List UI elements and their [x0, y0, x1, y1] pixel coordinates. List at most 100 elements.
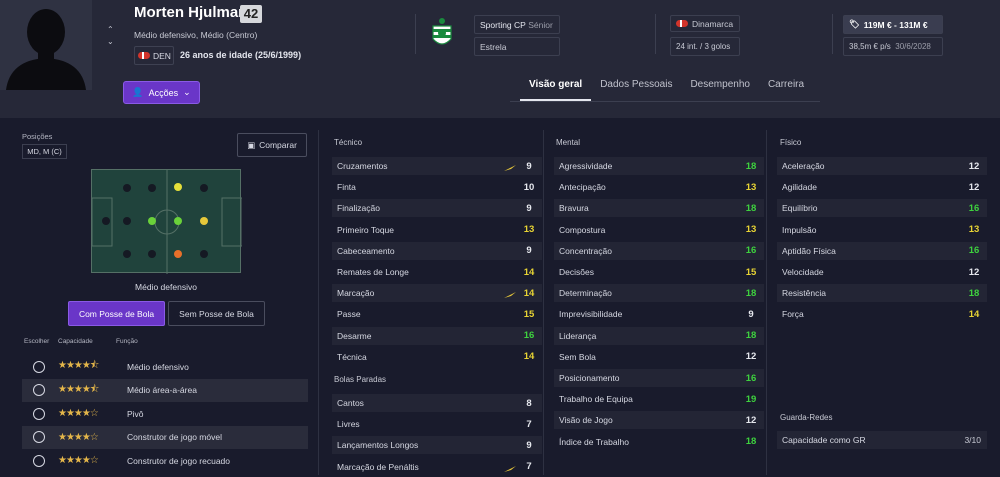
- role-radio[interactable]: [33, 407, 45, 420]
- set-piece-attr-row[interactable]: Marcação de Penáltis 7: [332, 458, 542, 477]
- technical-attr-row[interactable]: Desarme 16: [332, 326, 542, 346]
- attr-value: 18: [745, 160, 757, 172]
- role-stars: ★★★★⯪: [58, 383, 99, 395]
- physical-attr-row[interactable]: Impulsão 13: [777, 221, 987, 240]
- set-piece-attr-row[interactable]: Cantos 8: [332, 394, 542, 413]
- nationality-badge[interactable]: DEN: [134, 46, 174, 65]
- player-nav-arrows[interactable]: ⌃ ⌄: [107, 24, 114, 48]
- gk-ability-row[interactable]: Capacidade como GR 3/10: [777, 431, 987, 450]
- mental-attr-row[interactable]: Compostura 13: [554, 221, 764, 240]
- club-crest-icon[interactable]: [431, 17, 453, 49]
- role-radio[interactable]: [33, 384, 45, 396]
- technical-attr-row[interactable]: Remates de Longe 14: [332, 263, 542, 282]
- chevron-up-icon[interactable]: ⌃: [107, 24, 114, 36]
- role-radio[interactable]: [33, 360, 45, 373]
- position-dot[interactable]: [123, 217, 131, 225]
- position-dot[interactable]: [148, 250, 156, 258]
- physical-title: Físico: [780, 138, 802, 147]
- compare-icon: ▣: [247, 139, 256, 150]
- tab-career[interactable]: Carreira: [759, 79, 813, 99]
- mental-attr-row[interactable]: Visão de Jogo 12: [554, 411, 764, 431]
- attr-name: Agilidade: [782, 182, 817, 193]
- set-piece-attr-row[interactable]: Livres 7: [332, 415, 542, 435]
- position-dot-dm[interactable]: [148, 217, 156, 225]
- physical-attr-row[interactable]: Aptidão Física 16: [777, 241, 987, 261]
- nation-box[interactable]: Dinamarca: [670, 15, 740, 32]
- attr-name: Técnica: [337, 351, 367, 362]
- mental-attr-row[interactable]: Decisões 15: [554, 263, 764, 282]
- player-avatar: [0, 0, 92, 90]
- physical-attr-row[interactable]: Aceleração 12: [777, 157, 987, 176]
- mental-attr-row[interactable]: Posicionamento 16: [554, 369, 764, 388]
- tab-overview[interactable]: Visão geral: [520, 79, 592, 101]
- mental-attr-row[interactable]: Antecipação 13: [554, 178, 764, 198]
- technical-attr-row[interactable]: Finta 10: [332, 178, 542, 198]
- mental-attr-row[interactable]: Agressividade 18: [554, 157, 764, 176]
- role-row[interactable]: ★★★★⯪ Médio defensivo: [22, 355, 308, 378]
- technical-attr-row[interactable]: Primeiro Toque 13: [332, 221, 542, 240]
- position-dot-amc[interactable]: [200, 217, 208, 225]
- goalkeeping-title: Guarda-Redes: [780, 413, 833, 422]
- tab-personal-data[interactable]: Dados Pessoais: [591, 79, 681, 99]
- chevron-down-icon[interactable]: ⌄: [107, 36, 114, 48]
- mental-attr-row[interactable]: Determinação 18: [554, 284, 764, 304]
- tab-performance[interactable]: Desempenho: [681, 79, 758, 99]
- mental-attr-row[interactable]: Liderança 18: [554, 326, 764, 346]
- club-box[interactable]: Sporting CP Sénior: [474, 15, 560, 34]
- position-dot[interactable]: [200, 250, 208, 258]
- attr-value: 9: [526, 202, 532, 214]
- transfer-value[interactable]: 🏷 119M € - 131M €: [843, 15, 943, 34]
- mental-attr-row[interactable]: Concentração 16: [554, 241, 764, 261]
- attr-value: 18: [968, 287, 980, 299]
- position-pitch: [91, 169, 242, 274]
- attr-value: 14: [968, 308, 980, 320]
- attr-name: Marcação de Penáltis: [337, 461, 419, 472]
- position-dot[interactable]: [123, 184, 131, 192]
- physical-attr-row[interactable]: Equilíbrio 16: [777, 199, 987, 219]
- physical-attr-row[interactable]: Força 14: [777, 305, 987, 325]
- technical-attr-row[interactable]: Finalização 9: [332, 199, 542, 219]
- mental-attr-row[interactable]: Trabalho de Equipa 19: [554, 390, 764, 410]
- technical-attr-row[interactable]: Passe 15: [332, 305, 542, 325]
- attr-name: Índice de Trabalho: [559, 436, 629, 447]
- role-row[interactable]: ★★★★⯪ Médio área-a-área: [22, 378, 308, 402]
- attr-name: Livres: [337, 419, 360, 430]
- position-dot-mc[interactable]: [174, 217, 182, 225]
- position-dot[interactable]: [200, 184, 208, 192]
- role-row[interactable]: ★★★★☆ Construtor de jogo móvel: [22, 425, 308, 449]
- role-row[interactable]: ★★★★☆ Construtor de jogo recuado: [22, 449, 308, 472]
- attr-value: 14: [523, 287, 535, 299]
- role-radio[interactable]: [33, 454, 45, 467]
- attr-value: 9: [526, 245, 532, 257]
- position-dot[interactable]: [148, 184, 156, 192]
- attr-name: Finta: [337, 182, 356, 193]
- position-dot[interactable]: [102, 217, 110, 225]
- compare-button[interactable]: ▣ Comparar: [237, 133, 307, 157]
- mental-attr-row[interactable]: Sem Bola 12: [554, 348, 764, 367]
- technical-attr-row[interactable]: Cabeceamento 9: [332, 241, 542, 261]
- mental-attr-row[interactable]: Bravura 18: [554, 199, 764, 219]
- technical-attr-row[interactable]: Marcação 14: [332, 284, 542, 304]
- physical-attr-row[interactable]: Agilidade 12: [777, 178, 987, 198]
- attr-name: Antecipação: [559, 182, 606, 193]
- physical-attr-row[interactable]: Resistência 18: [777, 284, 987, 304]
- contract-info: 38,5m € p/s 30/6/2028: [843, 37, 943, 56]
- role-row[interactable]: ★★★★☆ Pivô: [22, 402, 308, 425]
- physical-attr-row[interactable]: Velocidade 12: [777, 263, 987, 282]
- player-age: 26 anos de idade (25/6/1999): [180, 50, 302, 60]
- with-ball-button[interactable]: Com Posse de Bola: [68, 301, 165, 326]
- without-ball-button[interactable]: Sem Posse de Bola: [168, 301, 265, 326]
- position-dot[interactable]: [123, 250, 131, 258]
- technical-attr-row[interactable]: Técnica 14: [332, 348, 542, 367]
- actions-button[interactable]: 👤 Acções ⌄: [123, 81, 200, 104]
- position-dot-dc[interactable]: [174, 250, 182, 258]
- mental-attr-row[interactable]: Imprevisibilidade 9: [554, 305, 764, 325]
- attr-value: 12: [968, 266, 980, 278]
- technical-attr-row[interactable]: Cruzamentos 9: [332, 157, 542, 176]
- role-name: Construtor de jogo móvel: [127, 432, 222, 442]
- role-radio[interactable]: [33, 431, 45, 443]
- trend-arrow-icon: [504, 464, 516, 472]
- mental-attr-row[interactable]: Índice de Trabalho 18: [554, 433, 764, 452]
- position-dot-ml[interactable]: [174, 183, 182, 191]
- set-piece-attr-row[interactable]: Lançamentos Longos 9: [332, 436, 542, 456]
